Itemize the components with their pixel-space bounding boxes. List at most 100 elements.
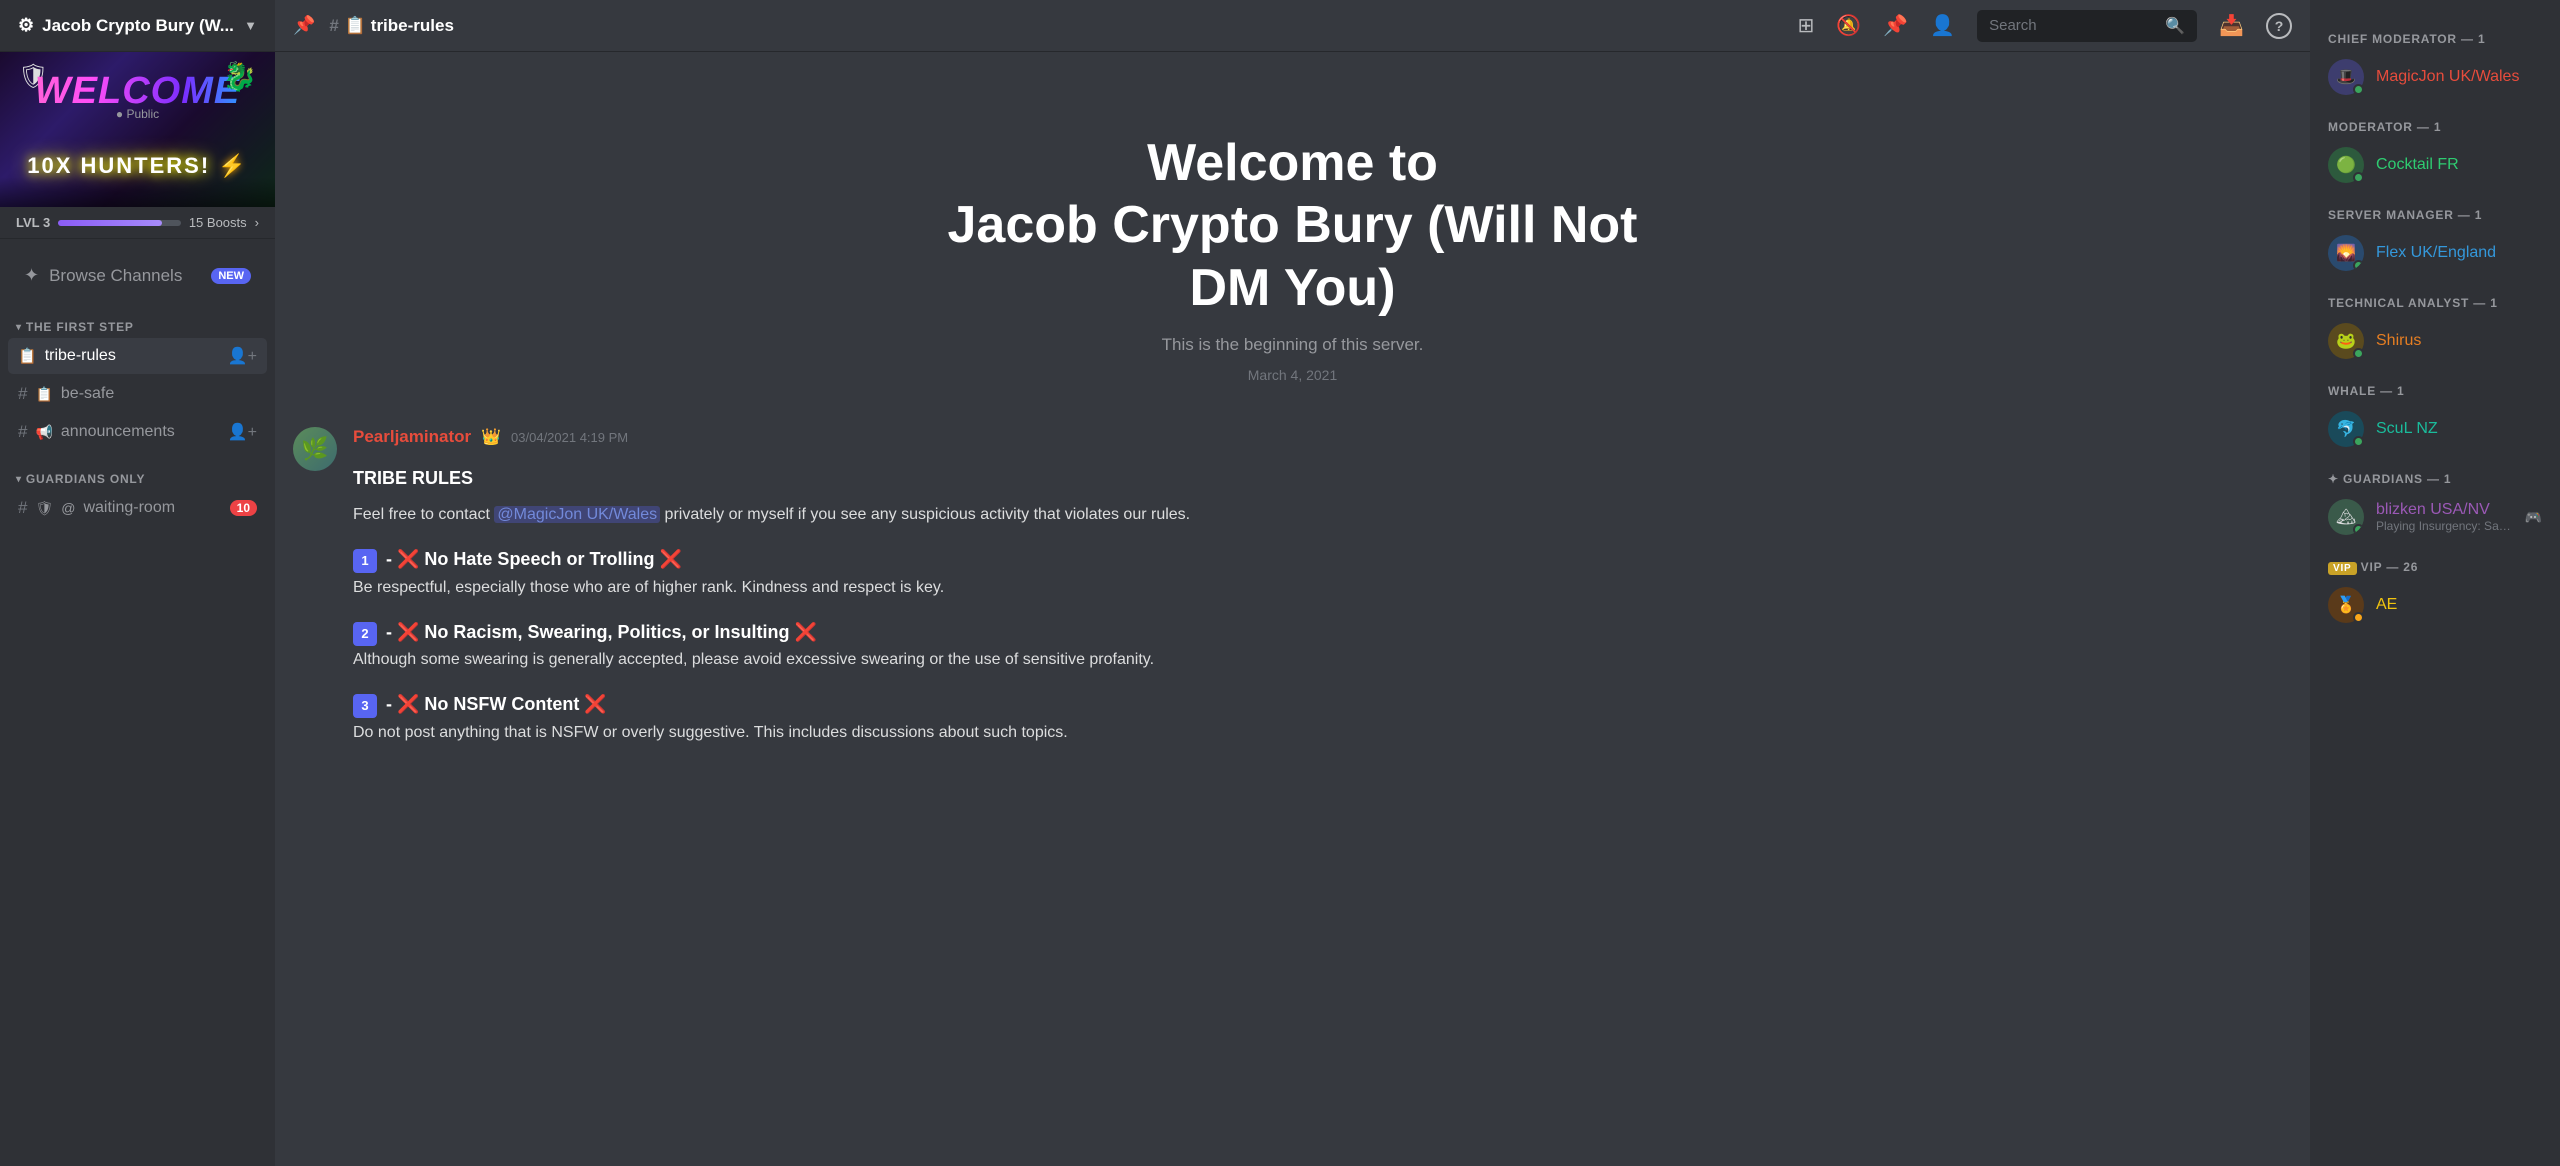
welcome-line2: Jacob Crypto Bury (Will Not xyxy=(295,194,2290,256)
channel-item-tribe-rules[interactable]: 📋 tribe-rules 👤+ xyxy=(8,338,267,374)
emoji-prefix-2: 📢 xyxy=(35,424,52,441)
member-magicjon[interactable]: 🎩 MagicJon UK/Wales xyxy=(2318,52,2552,102)
author-avatar: 🌿 xyxy=(293,427,337,471)
group-label-guardians: ✦ GUARDIANS — 1 xyxy=(2318,456,2552,492)
hash-icon-3: # xyxy=(18,498,27,518)
search-icon: 🔍 xyxy=(2165,16,2185,36)
rule-1-body: Be respectful, especially those who are … xyxy=(353,576,2292,601)
member-info-flex: Flex UK/England xyxy=(2376,244,2542,262)
group-label-whale: WHALE — 1 xyxy=(2318,368,2552,404)
boost-count: 15 Boosts xyxy=(189,215,247,230)
at-emoji-icon: @ xyxy=(61,500,75,516)
bell-slash-icon[interactable]: 🔕 xyxy=(1836,13,1861,38)
emoji-prefix: 📋 xyxy=(35,386,52,403)
member-blizken[interactable]: 🏔 blizken USA/NV Playing Insurgency: San… xyxy=(2318,492,2552,542)
rule-1-header: 1 - ❌ No Hate Speech or Trolling ❌ xyxy=(353,546,2292,574)
channel-header-name: # 📋 tribe-rules xyxy=(329,16,454,36)
member-cocktail-fr[interactable]: 🟢 Cocktail FR xyxy=(2318,140,2552,190)
banner-decorations: 🐉 xyxy=(222,60,257,93)
member-avatar-cocktail: 🟢 xyxy=(2328,147,2364,183)
game-controller-icon: 🎮 xyxy=(2525,509,2542,526)
member-scul[interactable]: 🐬 ScuL NZ xyxy=(2318,404,2552,454)
server-banner: 🛡 WELCOME 🐉 10X HUNTERS! ⚡ ● Public xyxy=(0,52,275,207)
shield-emoji-icon: 🛡 xyxy=(35,500,53,517)
member-name-shirus: Shirus xyxy=(2376,332,2542,350)
rules-intro: Feel free to contact @MagicJon UK/Wales … xyxy=(353,503,2292,528)
channel-item-be-safe[interactable]: # 📋 be-safe xyxy=(8,376,267,412)
member-flex[interactable]: 🌄 Flex UK/England xyxy=(2318,228,2552,278)
channel-name-tribe-rules: tribe-rules xyxy=(45,347,220,365)
pin-icon: 📌 xyxy=(293,15,315,36)
browse-channels-button[interactable]: ✦ Browse Channels NEW xyxy=(10,255,265,296)
welcome-title: Welcome to Jacob Crypto Bury (Will Not D… xyxy=(295,132,2290,319)
add-user-icon[interactable]: 👤+ xyxy=(228,346,257,366)
welcome-date: March 4, 2021 xyxy=(295,367,2290,383)
idle-status-dot xyxy=(2353,612,2364,623)
member-name-blizken: blizken USA/NV xyxy=(2376,501,2513,519)
online-status-dot-6 xyxy=(2353,524,2364,535)
section-label-first-step[interactable]: ▾ THE FIRST STEP xyxy=(8,320,267,334)
hash-icon: # xyxy=(18,384,27,404)
member-shirus[interactable]: 🐸 Shirus xyxy=(2318,316,2552,366)
section-label-guardians[interactable]: ▾ GUARDIANS ONLY xyxy=(8,472,267,486)
online-status-dot-2 xyxy=(2353,172,2364,183)
channel-item-waiting-room[interactable]: # 🛡 @ waiting-room 10 xyxy=(8,490,267,526)
welcome-line3: DM You) xyxy=(295,257,2290,319)
member-info-magicjon: MagicJon UK/Wales xyxy=(2376,68,2542,86)
group-label-vip: VIP VIP — 26 xyxy=(2318,544,2552,580)
member-info-blizken: blizken USA/NV Playing Insurgency: Sands… xyxy=(2376,501,2513,533)
member-name-flex: Flex UK/England xyxy=(2376,244,2542,262)
pin-header-icon[interactable]: 📌 xyxy=(1883,13,1908,38)
channel-name-be-safe: be-safe xyxy=(61,385,257,403)
rule-2-body: Although some swearing is generally acce… xyxy=(353,648,2292,673)
section-chevron-icon: ▾ xyxy=(16,322,22,333)
member-status-blizken: Playing Insurgency: Sands... xyxy=(2376,519,2513,533)
online-status-dot-3 xyxy=(2353,260,2364,271)
message-author: Pearljaminator xyxy=(353,427,471,447)
section-chevron-icon-2: ▾ xyxy=(16,474,22,485)
member-avatar-flex: 🌄 xyxy=(2328,235,2364,271)
server-icon: ⚙ xyxy=(18,15,34,36)
browse-channels-icon: ✦ xyxy=(24,265,39,286)
online-status-dot-5 xyxy=(2353,436,2364,447)
rule-3-body: Do not post anything that is NSFW or ove… xyxy=(353,721,2292,746)
messages-area[interactable]: Welcome to Jacob Crypto Bury (Will Not D… xyxy=(275,52,2310,1166)
rule-2-header: 2 - ❌ No Racism, Swearing, Politics, or … xyxy=(353,619,2292,647)
channel-item-announcements[interactable]: # 📢 announcements 👤+ xyxy=(8,414,267,450)
inbox-icon[interactable]: 📥 xyxy=(2219,13,2244,38)
tribe-rules-message: 🌿 Pearljaminator 👑 03/04/2021 4:19 PM TR… xyxy=(275,423,2310,758)
group-label-mod: MODERATOR — 1 xyxy=(2318,104,2552,140)
message-header: Pearljaminator 👑 03/04/2021 4:19 PM xyxy=(353,427,2292,447)
search-placeholder-text: Search xyxy=(1989,17,2157,34)
channel-name-announcements: announcements xyxy=(61,423,220,441)
members-icon[interactable]: 👤 xyxy=(1930,13,1955,38)
member-info-scul: ScuL NZ xyxy=(2376,420,2542,438)
group-label-technical-analyst: TECHNICAL ANALYST — 1 xyxy=(2318,280,2552,316)
group-label-chief-mod: CHIEF MODERATOR — 1 xyxy=(2318,16,2552,52)
channel-name-waiting-room: waiting-room xyxy=(83,499,221,517)
mention-magicjon[interactable]: @MagicJon UK/Wales xyxy=(494,506,660,523)
boost-bar[interactable]: LVL 3 15 Boosts › xyxy=(0,207,275,239)
member-avatar-shirus: 🐸 xyxy=(2328,323,2364,359)
channel-section-first-step: ▾ THE FIRST STEP 📋 tribe-rules 👤+ # 📋 be… xyxy=(0,304,275,456)
message-body: Pearljaminator 👑 03/04/2021 4:19 PM TRIB… xyxy=(353,427,2292,754)
member-ae[interactable]: 🏅 AE xyxy=(2318,580,2552,630)
waiting-room-badge: 10 xyxy=(230,500,257,516)
new-badge: NEW xyxy=(211,268,251,284)
vip-badge: VIP xyxy=(2328,562,2357,575)
rule-3-number: 3 xyxy=(353,694,377,718)
help-icon[interactable]: ? xyxy=(2266,13,2292,39)
server-visibility: Public xyxy=(126,107,159,121)
add-user-icon-2[interactable]: 👤+ xyxy=(228,422,257,442)
server-header[interactable]: ⚙ Jacob Crypto Bury (W... ▼ xyxy=(0,0,275,52)
hashtag-icon[interactable]: ⊞ xyxy=(1798,13,1815,38)
member-info-shirus: Shirus xyxy=(2376,332,2542,350)
rule-2-number: 2 xyxy=(353,622,377,646)
channel-header: 📌 # 📋 tribe-rules ⊞ 🔕 📌 👤 Search 🔍 📥 ? xyxy=(275,0,2310,52)
server-name: Jacob Crypto Bury (W... xyxy=(42,16,234,36)
search-bar[interactable]: Search 🔍 xyxy=(1977,10,2197,42)
message-text: TRIBE RULES Feel free to contact @MagicJ… xyxy=(353,465,2292,746)
sidebar: ⚙ Jacob Crypto Bury (W... ▼ 🛡 WELCOME 🐉 … xyxy=(0,0,275,1166)
rule-2-title: No Racism, Swearing, Politics, or Insult… xyxy=(424,622,789,642)
member-name-ae: AE xyxy=(2376,596,2542,614)
